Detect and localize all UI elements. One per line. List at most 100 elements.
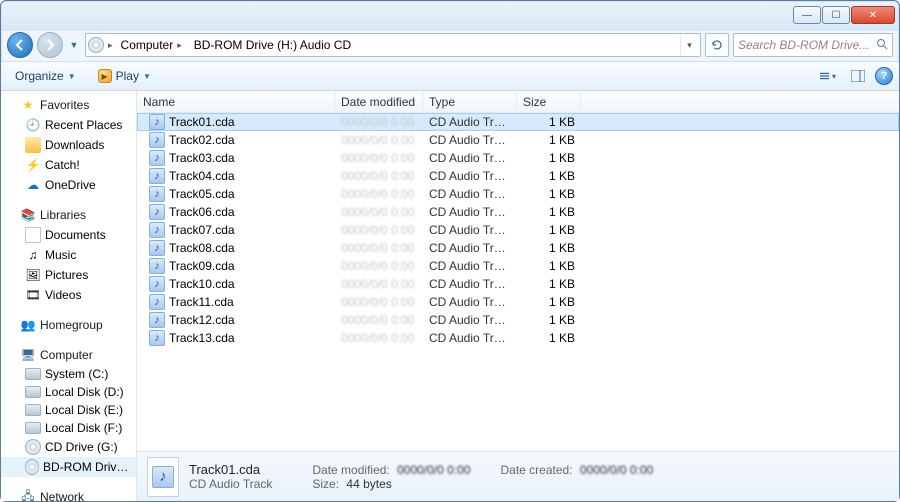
size-label: Size: (312, 477, 339, 491)
navigation-pane[interactable]: ★Favorites 🕘Recent Places Downloads ⚡Cat… (1, 91, 137, 501)
nav-network: 🖧Network (1, 487, 136, 501)
cda-icon: ♪ (149, 240, 165, 256)
file-row[interactable]: ♪Track05.cda0000/0/0 0:00CD Audio Track1… (137, 185, 899, 203)
file-row[interactable]: ♪Track08.cda0000/0/0 0:00CD Audio Track1… (137, 239, 899, 257)
view-options-button[interactable] (819, 66, 841, 86)
nav-local-e[interactable]: Local Disk (E:) (1, 401, 136, 419)
organize-label: Organize (15, 69, 64, 83)
back-button[interactable] (7, 32, 33, 58)
file-row[interactable]: ♪Track01.cda0000/0/0 0:00CD Audio Track1… (137, 113, 899, 131)
file-row[interactable]: ♪Track04.cda0000/0/0 0:00CD Audio Track1… (137, 167, 899, 185)
nav-recent-places[interactable]: 🕘Recent Places (1, 115, 136, 135)
nav-local-f[interactable]: Local Disk (F:) (1, 419, 136, 437)
nav-bdrom-h[interactable]: BD-ROM Drive (H:) (1, 457, 136, 477)
nav-videos[interactable]: 🎞Videos (1, 285, 136, 305)
close-button[interactable]: ✕ (851, 6, 895, 24)
file-date: 0000/0/0 0:00 (335, 223, 423, 237)
forward-button[interactable] (37, 32, 63, 58)
col-date[interactable]: Date modified (335, 91, 423, 112)
recent-icon: 🕘 (25, 117, 41, 133)
file-type: CD Audio Track (423, 295, 517, 309)
details-title: Track01.cda (189, 462, 272, 477)
file-name: Track10.cda (169, 277, 235, 291)
preview-pane-button[interactable] (847, 66, 869, 86)
history-dropdown[interactable]: ▼ (67, 34, 81, 56)
nav-onedrive[interactable]: ☁OneDrive (1, 175, 136, 195)
folder-icon (25, 137, 41, 153)
file-date: 0000/0/0 0:00 (335, 133, 423, 147)
address-dropdown[interactable]: ▾ (680, 34, 698, 56)
file-row[interactable]: ♪Track03.cda0000/0/0 0:00CD Audio Track1… (137, 149, 899, 167)
cda-icon: ♪ (149, 150, 165, 166)
breadcrumb-drive[interactable]: BD-ROM Drive (H:) Audio CD (190, 34, 355, 56)
breadcrumb-label: Computer (121, 38, 174, 52)
drive-icon (25, 422, 41, 434)
organize-button[interactable]: Organize ▼ (7, 66, 84, 86)
file-size: 1 KB (517, 277, 581, 291)
nav-catch[interactable]: ⚡Catch! (1, 155, 136, 175)
file-row[interactable]: ♪Track09.cda0000/0/0 0:00CD Audio Track1… (137, 257, 899, 275)
col-name[interactable]: Name (137, 91, 335, 112)
cda-icon: ♪ (149, 222, 165, 238)
refresh-button[interactable] (705, 33, 729, 57)
nav-downloads[interactable]: Downloads (1, 135, 136, 155)
breadcrumb-label: BD-ROM Drive (H:) Audio CD (194, 38, 351, 52)
chevron-right-icon[interactable]: ▸ (108, 40, 113, 51)
file-date: 0000/0/0 0:00 (335, 331, 423, 345)
nav-pictures[interactable]: 🖼Pictures (1, 265, 136, 285)
file-name: Track02.cda (169, 133, 235, 147)
search-input[interactable]: Search BD-ROM Drive... (733, 33, 893, 57)
nav-computer-header[interactable]: 🖥Computer (1, 345, 136, 365)
col-type[interactable]: Type (423, 91, 517, 112)
refresh-icon (710, 38, 724, 52)
command-bar: Organize ▼ ▶ Play ▼ ? (1, 61, 899, 91)
breadcrumb-computer[interactable]: Computer▸ (117, 34, 186, 56)
date-created-label: Date created: (501, 463, 573, 477)
nav-cd-g[interactable]: CD Drive (G:) (1, 437, 136, 457)
file-row[interactable]: ♪Track07.cda0000/0/0 0:00CD Audio Track1… (137, 221, 899, 239)
arrow-right-icon (44, 39, 56, 51)
nav-favorites-header[interactable]: ★Favorites (1, 95, 136, 115)
help-button[interactable]: ? (875, 67, 893, 85)
maximize-button[interactable]: ☐ (822, 6, 850, 24)
file-row[interactable]: ♪Track06.cda0000/0/0 0:00CD Audio Track1… (137, 203, 899, 221)
content-area: ★Favorites 🕘Recent Places Downloads ⚡Cat… (1, 91, 899, 501)
nav-homegroup-header[interactable]: 👥Homegroup (1, 315, 136, 335)
chevron-right-icon[interactable]: ▸ (177, 40, 182, 51)
address-bar[interactable]: ▸ Computer▸ BD-ROM Drive (H:) Audio CD ▾ (85, 33, 701, 57)
file-row[interactable]: ♪Track11.cda0000/0/0 0:00CD Audio Track1… (137, 293, 899, 311)
file-row[interactable]: ♪Track10.cda0000/0/0 0:00CD Audio Track1… (137, 275, 899, 293)
file-size: 1 KB (517, 295, 581, 309)
play-icon: ▶ (98, 69, 112, 83)
nav-network-header[interactable]: 🖧Network (1, 487, 136, 501)
nav-system-c[interactable]: System (C:) (1, 365, 136, 383)
explorer-window: — ☐ ✕ ▼ ▸ Computer▸ BD-ROM Drive (H:) Au… (0, 0, 900, 502)
file-type: CD Audio Track (423, 133, 517, 147)
file-date: 0000/0/0 0:00 (335, 151, 423, 165)
search-icon (876, 38, 888, 53)
file-date: 0000/0/0 0:00 (335, 169, 423, 183)
file-date: 0000/0/0 0:00 (335, 187, 423, 201)
file-size: 1 KB (517, 223, 581, 237)
file-rows[interactable]: ♪Track01.cda0000/0/0 0:00CD Audio Track1… (137, 113, 899, 451)
nav-music[interactable]: ♫Music (1, 245, 136, 265)
file-type: CD Audio Track (423, 205, 517, 219)
file-name: Track04.cda (169, 169, 235, 183)
titlebar[interactable]: — ☐ ✕ (1, 1, 899, 29)
nav-libraries-header[interactable]: 📚Libraries (1, 205, 136, 225)
col-size[interactable]: Size (517, 91, 581, 112)
cda-icon: ♪ (149, 276, 165, 292)
cda-icon: ♪ (152, 466, 174, 488)
minimize-button[interactable]: — (793, 6, 821, 24)
file-type: CD Audio Track (423, 151, 517, 165)
details-thumbnail: ♪ (147, 457, 179, 497)
nav-documents[interactable]: Documents (1, 225, 136, 245)
nav-libraries: 📚Libraries Documents ♫Music 🖼Pictures 🎞V… (1, 205, 136, 305)
disc-icon (88, 37, 104, 53)
file-row[interactable]: ♪Track02.cda0000/0/0 0:00CD Audio Track1… (137, 131, 899, 149)
file-row[interactable]: ♪Track13.cda0000/0/0 0:00CD Audio Track1… (137, 329, 899, 347)
file-size: 1 KB (517, 331, 581, 345)
nav-local-d[interactable]: Local Disk (D:) (1, 383, 136, 401)
file-row[interactable]: ♪Track12.cda0000/0/0 0:00CD Audio Track1… (137, 311, 899, 329)
play-button[interactable]: ▶ Play ▼ (90, 66, 159, 86)
